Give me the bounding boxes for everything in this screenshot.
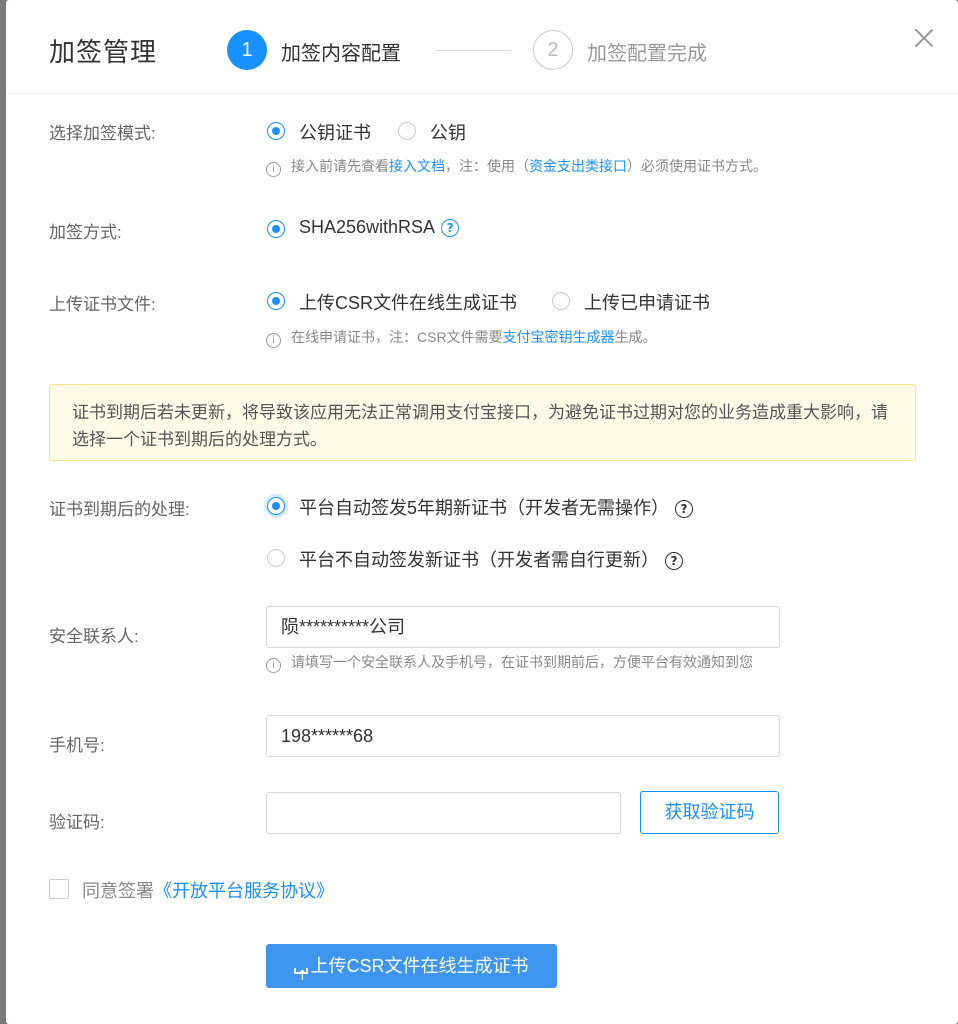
upload-csr-button[interactable]: 上传CSR文件在线生成证书 [266,944,557,998]
option-public-key-cert[interactable]: 公钥证书 [299,119,371,145]
agreement-checkbox[interactable] [49,879,69,899]
radio-upload-csr[interactable] [267,292,285,310]
agreement-text: 同意签署《开放平台服务协议》 [82,881,334,901]
option-sha256[interactable]: SHA256withRSA? [299,217,460,238]
contact-hint: i 请填写一个安全联系人及手机号，在证书到期前后，方便平台有效通知到您 [266,652,753,673]
option-upload-existing[interactable]: 上传已申请证书 [584,289,710,315]
option-public-key[interactable]: 公钥 [430,119,466,145]
sign-management-dialog: 加签管理 1 加签内容配置 2 加签配置完成 选择加签模式: 公钥证书 公钥 i… [6,0,958,1024]
option-upload-csr[interactable]: 上传CSR文件在线生成证书 [299,289,517,315]
key-generator-link[interactable]: 支付宝密钥生成器 [503,329,615,345]
option-auto-renew[interactable]: 平台自动签发5年期新证书（开发者无需操作）? [299,494,694,520]
radio-auto-renew[interactable] [267,497,285,515]
radio-upload-existing[interactable] [552,292,570,310]
sign-mode-hint: i 接入前请先查看接入文档，注：使用（资金支出类接口）必须使用证书方式。 [266,156,767,177]
option-manual-renew[interactable]: 平台不自动签发新证书（开发者需自行更新）? [299,546,683,572]
phone-label: 手机号: [49,736,105,755]
contact-input[interactable]: 陨**********公司 [266,606,780,648]
radio-sha256[interactable] [267,220,285,238]
dialog-title: 加签管理 [49,37,158,67]
info-icon: i [266,658,281,673]
sign-method-label: 加签方式: [49,223,122,242]
step-2-label: 加签配置完成 [587,43,707,65]
fund-api-link[interactable]: 资金支出类接口 [529,158,627,174]
dialog-header: 加签管理 1 加签内容配置 2 加签配置完成 [6,0,958,94]
step-1-indicator: 1 [227,30,267,70]
step-1-label: 加签内容配置 [281,43,401,65]
radio-public-key-cert[interactable] [267,122,285,140]
sign-mode-label: 选择加签模式: [49,124,156,143]
upload-icon [294,954,309,998]
get-code-button[interactable]: 获取验证码 [640,791,779,834]
expiry-label: 证书到期后的处理: [49,500,190,519]
info-icon: i [266,333,281,348]
code-input[interactable] [266,792,621,834]
upload-cert-label: 上传证书文件: [49,295,156,314]
service-agreement-link[interactable]: 《开放平台服务协议》 [154,881,334,901]
expiry-notice: 证书到期后若未更新，将导致该应用无法正常调用支付宝接口，为避免证书过期对您的业务… [49,384,916,461]
upload-cert-hint: i 在线申请证书，注：CSR文件需要支付宝密钥生成器生成。 [266,327,657,348]
info-icon: i [266,162,281,177]
help-icon[interactable]: ? [441,219,460,237]
phone-input[interactable]: 198******68 [266,715,780,757]
contact-label: 安全联系人: [49,627,139,646]
help-icon[interactable]: ? [675,500,694,518]
radio-manual-renew[interactable] [267,549,285,567]
step-connector [435,50,511,51]
step-2-indicator: 2 [533,30,573,70]
help-icon[interactable]: ? [665,552,683,570]
code-label: 验证码: [49,813,105,832]
access-doc-link[interactable]: 接入文档 [389,158,445,174]
radio-public-key[interactable] [398,122,416,140]
close-icon[interactable] [911,25,937,51]
